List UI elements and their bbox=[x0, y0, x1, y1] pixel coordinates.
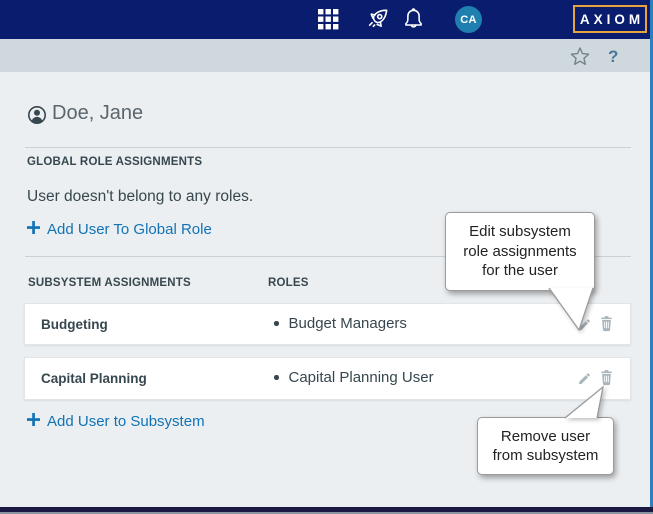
rocket-icon[interactable] bbox=[365, 6, 391, 37]
tooltip-line: Edit subsystem bbox=[469, 222, 571, 242]
user-profile-page: CA AXIOM ? Doe, Jane GLOBAL ROLE ASSIGNM… bbox=[0, 0, 653, 514]
table-row-budgeting[interactable]: Budgeting Budget Managers bbox=[24, 303, 631, 345]
person-circle-icon bbox=[27, 105, 47, 130]
global-roles-empty-message: User doesn't belong to any roles. bbox=[27, 188, 253, 206]
role-cell: Capital Planning User bbox=[274, 369, 434, 386]
subsystem-name: Capital Planning bbox=[41, 371, 147, 386]
role-name: Capital Planning User bbox=[289, 369, 434, 386]
edit-tooltip-pointer bbox=[545, 288, 605, 334]
remove-tooltip: Remove user from subsystem bbox=[477, 417, 614, 475]
subsystem-name: Budgeting bbox=[41, 317, 108, 332]
tooltip-line: role assignments bbox=[463, 242, 576, 262]
page-toolbar bbox=[0, 39, 653, 72]
plus-icon bbox=[27, 413, 40, 430]
table-row-capital-planning[interactable]: Capital Planning Capital Planning User bbox=[24, 357, 631, 400]
divider bbox=[25, 147, 631, 148]
help-icon[interactable]: ? bbox=[608, 47, 618, 67]
remove-tooltip-pointer bbox=[560, 385, 610, 419]
star-favorite-icon[interactable] bbox=[569, 46, 591, 73]
add-link-label: Add User To Global Role bbox=[47, 221, 212, 238]
role-name: Budget Managers bbox=[289, 315, 407, 332]
user-avatar[interactable]: CA bbox=[455, 6, 482, 33]
tooltip-line: for the user bbox=[482, 261, 558, 281]
subsystem-assignments-heading: SUBSYSTEM ASSIGNMENTS bbox=[28, 277, 191, 289]
page-title: Doe, Jane bbox=[52, 102, 143, 125]
add-link-label: Add User to Subsystem bbox=[47, 413, 205, 430]
add-user-to-subsystem-link[interactable]: Add User to Subsystem bbox=[27, 413, 205, 430]
avatar-initials: CA bbox=[460, 14, 477, 26]
global-roles-heading: GLOBAL ROLE ASSIGNMENTS bbox=[27, 156, 202, 168]
tooltip-line: from subsystem bbox=[493, 446, 599, 466]
role-cell: Budget Managers bbox=[274, 315, 407, 332]
add-user-to-global-role-link[interactable]: Add User To Global Role bbox=[27, 221, 212, 238]
plus-icon bbox=[27, 221, 40, 238]
tooltip-line: Remove user bbox=[501, 427, 590, 447]
bullet-icon bbox=[274, 321, 279, 326]
axiom-logo[interactable]: AXIOM bbox=[573, 5, 647, 33]
apps-grid-icon[interactable] bbox=[318, 9, 339, 35]
bell-icon[interactable] bbox=[402, 7, 425, 37]
app-header: CA AXIOM bbox=[0, 0, 653, 39]
bullet-icon bbox=[274, 375, 279, 380]
edit-tooltip: Edit subsystem role assignments for the … bbox=[445, 212, 595, 291]
roles-column-heading: ROLES bbox=[268, 277, 309, 289]
brand-text: AXIOM bbox=[576, 12, 644, 27]
